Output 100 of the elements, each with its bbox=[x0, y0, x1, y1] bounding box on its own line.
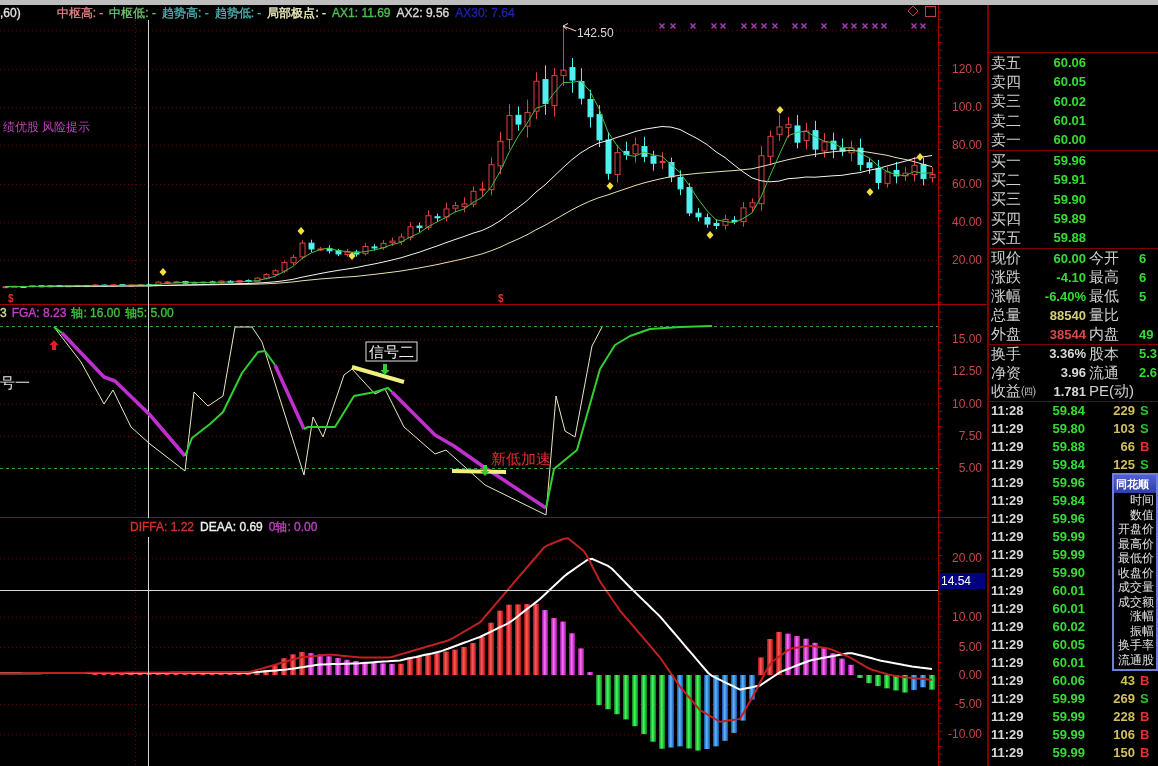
tick-price: 59.84 bbox=[1051, 456, 1085, 473]
legend-label: AX1: 11.69 bbox=[332, 6, 391, 20]
tick-time: 11:29 bbox=[991, 618, 1025, 635]
down-arrow-icon bbox=[480, 465, 490, 476]
tick-side: B bbox=[1140, 438, 1151, 455]
axis-label: 0.00 bbox=[958, 668, 982, 682]
tick-time: 11:29 bbox=[991, 420, 1025, 437]
tick-price: 59.80 bbox=[1051, 420, 1085, 437]
axis-label: 7.50 bbox=[958, 428, 982, 443]
tick-volume: 229 bbox=[1112, 402, 1135, 419]
quote-price: 60.02 bbox=[1052, 93, 1086, 110]
alert-label: 新低加速 bbox=[491, 450, 551, 467]
cross-marker-icon bbox=[658, 22, 666, 30]
tick-time: 11:29 bbox=[991, 744, 1025, 761]
tick-side: S bbox=[1140, 420, 1150, 437]
legend-label: DIFFA: 1.22 bbox=[130, 520, 195, 534]
tick-time: 11:29 bbox=[991, 528, 1025, 545]
peak-pointer-icon bbox=[562, 23, 577, 32]
axis-label: 15.00 bbox=[951, 332, 982, 346]
tick-price: 59.84 bbox=[1051, 402, 1085, 419]
quote-label: 总量 bbox=[991, 307, 1022, 324]
menu-item[interactable]: 数值 bbox=[1114, 507, 1156, 522]
tick-volume: 228 bbox=[1112, 708, 1135, 725]
axis-label: 80.00 bbox=[951, 138, 982, 153]
legend-label: FGA: 8.23 bbox=[11, 306, 67, 320]
quote-label: 今开 bbox=[1089, 250, 1120, 267]
cross-marker-icon bbox=[820, 22, 828, 30]
up-arrow-icon bbox=[49, 340, 59, 350]
menu-item[interactable]: 开盘价 bbox=[1114, 522, 1156, 537]
quote-label: 买三 bbox=[991, 191, 1022, 208]
diamond-marker-icon bbox=[159, 268, 167, 276]
tick-side: B bbox=[1140, 744, 1151, 761]
rising-segment-line bbox=[53, 326, 63, 334]
tick-volume: 125 bbox=[1112, 456, 1135, 473]
quote-label: 最高 bbox=[1089, 269, 1120, 286]
tick-volume: 269 bbox=[1112, 690, 1135, 707]
quote-price: 60.00 bbox=[1052, 132, 1086, 149]
cursor-value-label: 14.54 bbox=[939, 573, 985, 589]
tick-time: 11:29 bbox=[991, 474, 1025, 491]
tick-price: 59.99 bbox=[1051, 726, 1085, 743]
legend-label: ,60) bbox=[0, 6, 21, 20]
tick-time: 11:29 bbox=[991, 456, 1025, 473]
tick-price: 59.99 bbox=[1051, 708, 1085, 725]
cross-marker-icon bbox=[771, 22, 779, 30]
tick-volume: 66 bbox=[1119, 438, 1135, 455]
axis-label: 40.00 bbox=[951, 214, 982, 229]
quote-value: 3.96 bbox=[1059, 365, 1086, 381]
quote-value: 38544 bbox=[1048, 326, 1086, 343]
tick-price: 60.05 bbox=[1051, 636, 1085, 653]
tick-price: 59.90 bbox=[1051, 564, 1085, 581]
tick-volume: 150 bbox=[1112, 744, 1135, 761]
signal-label: 信号二 bbox=[365, 341, 418, 362]
axis-label: 60.00 bbox=[951, 176, 982, 191]
quote-price: 59.88 bbox=[1052, 230, 1086, 246]
legend-label: 局部极点: - bbox=[267, 6, 327, 20]
legend-label: 中枢高: - bbox=[56, 6, 104, 20]
diamond-marker-icon bbox=[916, 153, 924, 161]
quote-label: 外盘 bbox=[991, 326, 1022, 343]
menu-item[interactable]: 时间 bbox=[1114, 493, 1156, 508]
tick-side: S bbox=[1140, 690, 1150, 707]
tick-side: B bbox=[1140, 708, 1151, 725]
quote-label: PE(动) bbox=[1089, 383, 1135, 400]
menu-item[interactable]: 成交量 bbox=[1114, 580, 1156, 595]
quote-value: 5 bbox=[1139, 288, 1147, 305]
menu-item[interactable]: 流通股 bbox=[1114, 652, 1156, 667]
menu-item[interactable]: 收盘价 bbox=[1114, 565, 1156, 580]
quote-value: -6.40% bbox=[1043, 288, 1086, 305]
menu-item[interactable]: 涨幅 bbox=[1114, 609, 1156, 624]
quote-label: 内盘 bbox=[1089, 326, 1120, 343]
tick-time: 11:28 bbox=[991, 402, 1025, 419]
quote-value: 6 bbox=[1139, 269, 1147, 286]
quote-price: 59.89 bbox=[1052, 211, 1086, 227]
tick-time: 11:29 bbox=[991, 654, 1025, 671]
quote-label: 卖三 bbox=[991, 93, 1022, 110]
legend-label: DEAA: 0.69 bbox=[200, 520, 263, 534]
menu-item[interactable]: 成交额 bbox=[1114, 594, 1156, 609]
diamond-marker-icon bbox=[706, 231, 714, 239]
quote-label: 买一 bbox=[991, 152, 1022, 169]
quote-price: 59.90 bbox=[1052, 191, 1086, 208]
quote-value: 6 bbox=[1139, 250, 1147, 267]
quote-label: 涨幅 bbox=[991, 288, 1022, 305]
tick-time: 11:29 bbox=[991, 492, 1025, 509]
signal-mark: $ bbox=[8, 293, 14, 304]
falling-segment-line bbox=[273, 364, 306, 430]
quote-price: 60.06 bbox=[1052, 54, 1086, 71]
legend-label: 轴: 16.00 bbox=[71, 306, 121, 320]
quote-label: 最低 bbox=[1089, 288, 1120, 305]
menu-item[interactable]: 最高价 bbox=[1114, 536, 1156, 551]
menu-item[interactable]: 换手率 bbox=[1114, 638, 1156, 653]
menu-item[interactable]: 最低价 bbox=[1114, 551, 1156, 566]
diamond-marker-icon bbox=[866, 188, 874, 196]
menu-item[interactable]: 振幅 bbox=[1114, 623, 1156, 638]
tick-time: 11:29 bbox=[991, 564, 1025, 581]
cross-marker-icon bbox=[750, 22, 758, 30]
axis-label: 120.0 bbox=[951, 62, 982, 76]
tick-price: 59.96 bbox=[1051, 474, 1085, 491]
tick-price: 60.01 bbox=[1051, 582, 1085, 599]
tick-volume: 103 bbox=[1112, 420, 1135, 437]
axis-label: 5.00 bbox=[958, 640, 982, 654]
tick-time: 11:29 bbox=[991, 636, 1025, 653]
